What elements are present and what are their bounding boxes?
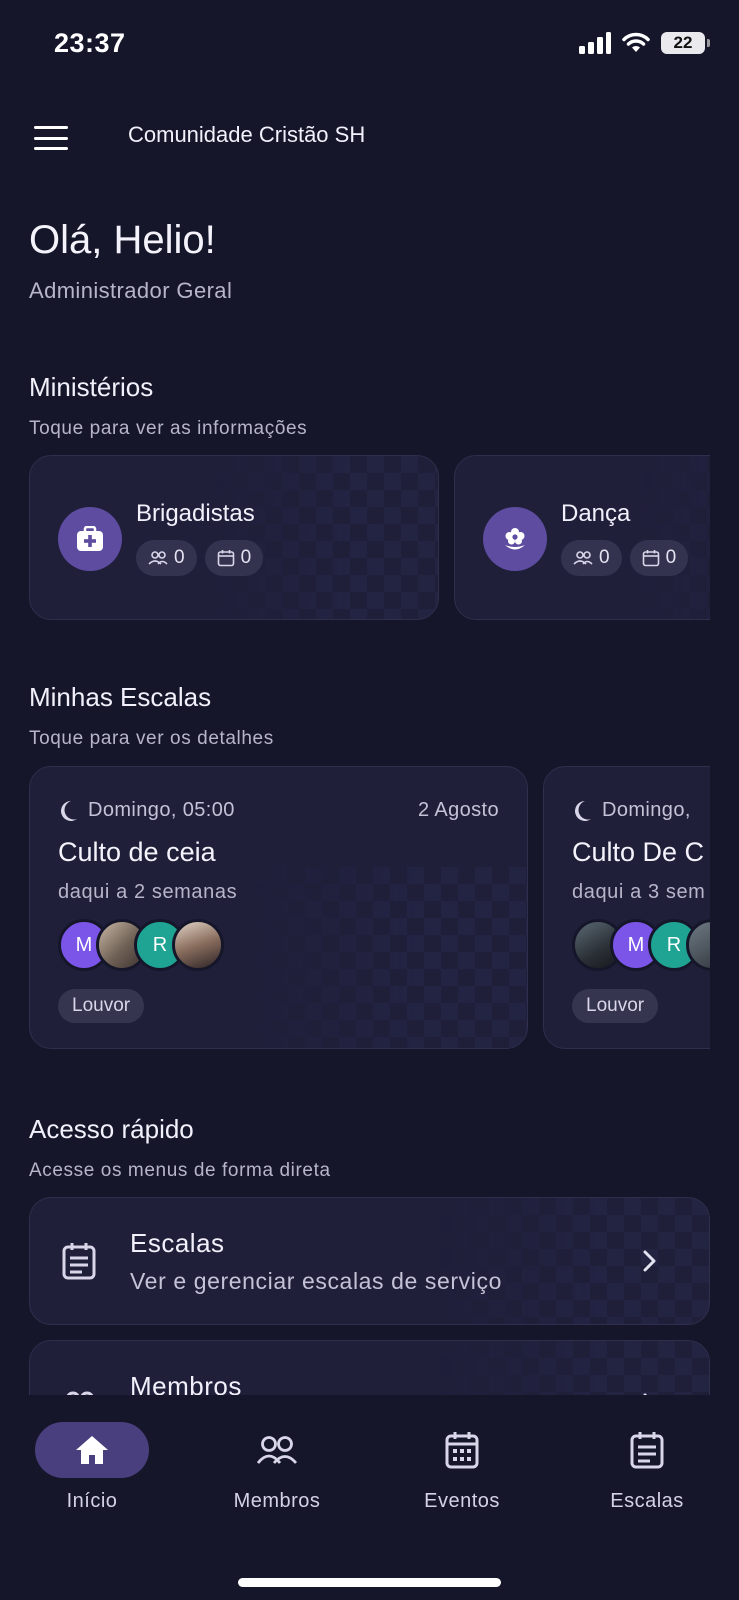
members-count-chip: 0 <box>136 540 197 576</box>
schedule-when: Domingo, <box>602 799 691 821</box>
schedules-carousel[interactable]: Domingo, 05:00 2 Agosto Culto de ceia da… <box>29 766 710 1051</box>
schedule-relative-time: daqui a 2 semanas <box>58 881 238 903</box>
schedule-relative-time: daqui a 3 sem <box>572 881 706 903</box>
schedules-title: Minhas Escalas <box>29 682 212 712</box>
signal-icon <box>579 32 611 54</box>
nav-item-membros[interactable]: Membros <box>197 1422 357 1513</box>
nav-label: Início <box>66 1490 118 1512</box>
home-indicator <box>238 1578 501 1587</box>
home-icon <box>76 1436 108 1464</box>
schedule-card[interactable]: Domingo, 05:00 2 Agosto Culto de ceia da… <box>29 766 528 1049</box>
ministry-tag: Louvor <box>58 989 145 1023</box>
events-count: 0 <box>665 547 677 568</box>
schedule-card[interactable]: Domingo, Culto De C daqui a 3 sem M R Lo… <box>543 766 710 1049</box>
greeting-title: Olá, Helio! <box>29 218 216 262</box>
quick-access-escalas[interactable]: Escalas Ver e gerenciar escalas de servi… <box>29 1197 710 1325</box>
schedules-subtitle: Toque para ver os detalhes <box>29 728 274 749</box>
schedule-date: 2 Agosto <box>417 799 499 821</box>
status-time: 23:37 <box>54 28 126 58</box>
ministries-subtitle: Toque para ver as informações <box>29 418 308 439</box>
members-count-chip: 0 <box>561 540 622 576</box>
ministry-card-danca[interactable]: Dança 0 0 <box>454 455 710 620</box>
quick-access-title: Acesso rápido <box>29 1114 194 1144</box>
members-icon <box>257 1436 297 1464</box>
members-icon <box>573 551 593 565</box>
participants-avatars: M R <box>572 919 710 971</box>
ministries-carousel[interactable]: Brigadistas 0 0 Dança 0 0 <box>29 455 710 620</box>
chevron-right-icon <box>643 1250 656 1272</box>
schedule-when: Domingo, 05:00 <box>88 799 235 821</box>
nav-item-inicio[interactable]: Início <box>12 1422 172 1513</box>
calendar-icon <box>445 1432 479 1469</box>
moon-icon <box>575 800 591 821</box>
nav-item-eventos[interactable]: Eventos <box>382 1422 542 1513</box>
nav-label: Membros <box>233 1490 321 1512</box>
schedule-title: Culto de ceia <box>58 837 216 867</box>
quick-access-item-title: Escalas <box>130 1228 225 1258</box>
flower-icon <box>483 507 547 571</box>
status-icons: 22 <box>579 32 710 54</box>
moon-icon <box>61 800 77 821</box>
nav-active-indicator <box>35 1422 149 1478</box>
calendar-icon <box>642 550 659 567</box>
quick-access-item-subtitle: Ver e gerenciar escalas de serviço <box>130 1268 502 1294</box>
first-aid-kit-icon <box>58 507 122 571</box>
schedule-title: Culto De C <box>572 837 705 867</box>
wifi-icon <box>622 32 650 52</box>
ministries-title: Ministérios <box>29 372 154 402</box>
calendar-icon <box>217 550 234 567</box>
app-title: Comunidade Cristão SH <box>128 122 366 147</box>
schedule-list-icon <box>62 1243 96 1280</box>
events-count-chip: 0 <box>204 540 264 576</box>
schedule-list-icon <box>630 1432 664 1469</box>
menu-icon[interactable] <box>34 126 68 150</box>
events-count-chip: 0 <box>629 540 689 576</box>
nav-item-escalas[interactable]: Escalas <box>567 1422 727 1513</box>
ministry-name: Dança <box>561 500 631 527</box>
status-bar: 23:37 22 <box>0 0 739 90</box>
user-role: Administrador Geral <box>29 278 233 303</box>
members-count: 0 <box>599 547 610 568</box>
ministry-tag: Louvor <box>572 989 659 1023</box>
ministry-card-brigadistas[interactable]: Brigadistas 0 0 <box>29 455 439 620</box>
nav-label: Eventos <box>424 1490 500 1512</box>
nav-label: Escalas <box>610 1490 684 1512</box>
participants-avatars: M R <box>58 919 224 971</box>
ministry-name: Brigadistas <box>136 500 255 527</box>
members-icon <box>148 551 168 565</box>
events-count: 0 <box>240 547 252 568</box>
members-count: 0 <box>174 547 185 568</box>
battery-icon: 22 <box>661 32 710 54</box>
avatar-photo <box>172 919 224 971</box>
quick-access-subtitle: Acesse os menus de forma direta <box>29 1160 331 1181</box>
